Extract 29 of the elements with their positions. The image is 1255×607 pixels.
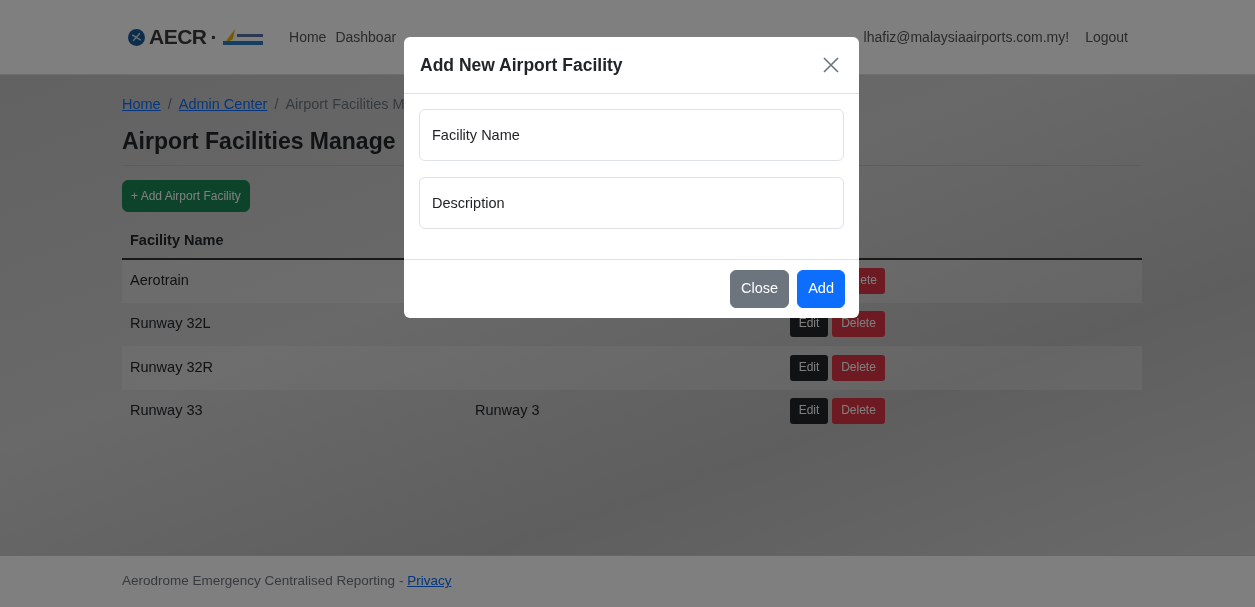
edit-button[interactable]: Edit xyxy=(790,398,828,425)
breadcrumb-link[interactable]: Home xyxy=(122,94,161,116)
breadcrumb-link[interactable]: Admin Center xyxy=(178,94,268,116)
delete-button[interactable]: Delete xyxy=(832,354,885,381)
brand-name[interactable]: AECR xyxy=(149,21,207,53)
facility-name: Runway 32L xyxy=(130,315,211,332)
delete-button[interactable]: Delete xyxy=(832,398,885,425)
user-greeting: lhafiz@malaysiaairports.com.my! xyxy=(863,27,1070,47)
text-input-field[interactable]: Description xyxy=(419,177,844,229)
airline-logo-icon xyxy=(221,27,265,47)
facility-name: Aerotrain xyxy=(130,272,189,289)
logout-link[interactable]: Logout xyxy=(1085,26,1128,48)
modal-title: Add New Airport Facility xyxy=(420,54,623,76)
close-button[interactable]: Close xyxy=(730,270,790,308)
breadcrumb-separator: / xyxy=(274,95,279,114)
facility-name: Runway 32R xyxy=(130,358,213,375)
facility-name: Runway 33 xyxy=(130,402,203,419)
add-facility-button[interactable]: + Add Airport Facility xyxy=(122,180,250,213)
brand-separator: · xyxy=(210,24,217,51)
nav-link[interactable]: Home xyxy=(289,26,327,48)
add-button[interactable]: Add xyxy=(797,270,845,308)
text-input-field[interactable]: Facility Name xyxy=(419,109,844,161)
privacy-link[interactable]: Privacy xyxy=(407,573,452,589)
footer-text: Aerodrome Emergency Centralised Reporting - Privacy xyxy=(122,573,452,589)
breadcrumb-separator: / xyxy=(167,95,172,114)
close-icon xyxy=(823,57,839,73)
facility-description: Runway 3 xyxy=(475,402,540,419)
edit-button[interactable]: Edit xyxy=(790,354,828,381)
nav-link[interactable]: Dashboar xyxy=(335,26,397,48)
